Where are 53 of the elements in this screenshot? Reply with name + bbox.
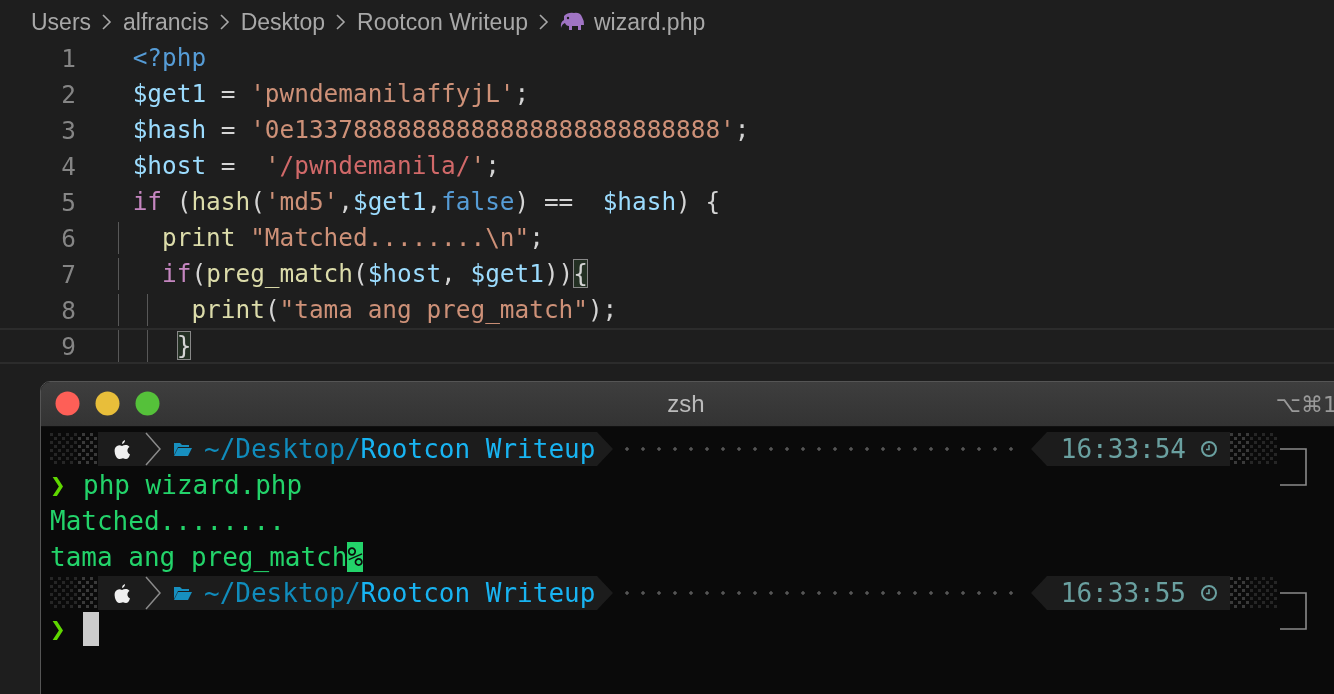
bracket-line-drawing xyxy=(1280,448,1308,486)
chevron-right-icon xyxy=(218,12,231,32)
chevron-right-icon xyxy=(144,432,162,466)
output-text: Matched........ xyxy=(50,506,285,536)
line-number: 8 xyxy=(60,295,76,325)
apple-icon xyxy=(112,438,132,460)
line-number: 4 xyxy=(60,151,76,181)
breadcrumb-item[interactable]: Desktop xyxy=(240,8,326,36)
folder-icon xyxy=(174,442,192,456)
code-line: <?php xyxy=(131,42,207,74)
code-line: print("tama ang preg_match"); xyxy=(118,294,618,326)
chevron-right-icon xyxy=(101,12,114,32)
line-number: 2 xyxy=(60,79,76,109)
clock-icon xyxy=(1200,584,1218,602)
minimize-button[interactable] xyxy=(95,391,120,416)
text-cursor xyxy=(83,612,99,646)
chevron-right-icon xyxy=(144,576,162,610)
code-line: $hash = '0e13378888888888888888888888888'; xyxy=(131,114,750,146)
breadcrumb-item[interactable]: alfrancis xyxy=(123,8,209,36)
clock-icon xyxy=(1200,440,1218,458)
close-button[interactable] xyxy=(55,391,80,416)
breadcrumb-item[interactable]: wizard.php xyxy=(594,8,706,36)
output-text: tama ang preg_match xyxy=(50,542,348,572)
line-number: 7 xyxy=(60,259,76,289)
zoom-button[interactable] xyxy=(135,391,160,416)
chevron-right-icon xyxy=(335,12,348,32)
folder-icon xyxy=(174,586,192,600)
breadcrumb-item[interactable]: Rootcon Writeup xyxy=(357,8,528,36)
prompt-time: 16:33:54 xyxy=(1060,434,1186,464)
window-title: zsh xyxy=(667,390,705,418)
command-text: php wizard.php xyxy=(83,470,303,500)
code-line: print "Matched........\n"; xyxy=(118,222,544,254)
elephant-icon xyxy=(560,12,586,32)
end-mark: % xyxy=(347,542,364,572)
line-number: 3 xyxy=(60,115,76,145)
line-number: 6 xyxy=(60,223,76,253)
breadcrumb-item[interactable]: Users xyxy=(31,8,92,36)
code-line: $get1 = 'pwndemanilaffyjL'; xyxy=(131,78,530,110)
line-number: 5 xyxy=(60,187,76,217)
prompt-path: ~/Desktop/Rootcon Writeup xyxy=(204,434,596,464)
code-line: if(preg_match($host, $get1)){ xyxy=(118,258,588,290)
code-line: $host = '/pwndemanila/'; xyxy=(131,150,500,182)
line-number: 9 xyxy=(60,331,76,361)
line-number: 1 xyxy=(60,43,76,73)
prompt-symbol: ❯ xyxy=(50,470,67,500)
code-line: if (hash('md5',$get1,false) == $hash) { xyxy=(131,186,721,218)
prompt-time: 16:33:55 xyxy=(1060,578,1186,608)
chevron-right-icon xyxy=(538,12,550,32)
code-line: } xyxy=(118,330,192,362)
bracket-line-drawing xyxy=(1280,592,1308,630)
prompt-path: ~/Desktop/Rootcon Writeup xyxy=(204,578,596,608)
prompt-symbol: ❯ xyxy=(50,614,67,644)
apple-icon xyxy=(112,582,132,604)
